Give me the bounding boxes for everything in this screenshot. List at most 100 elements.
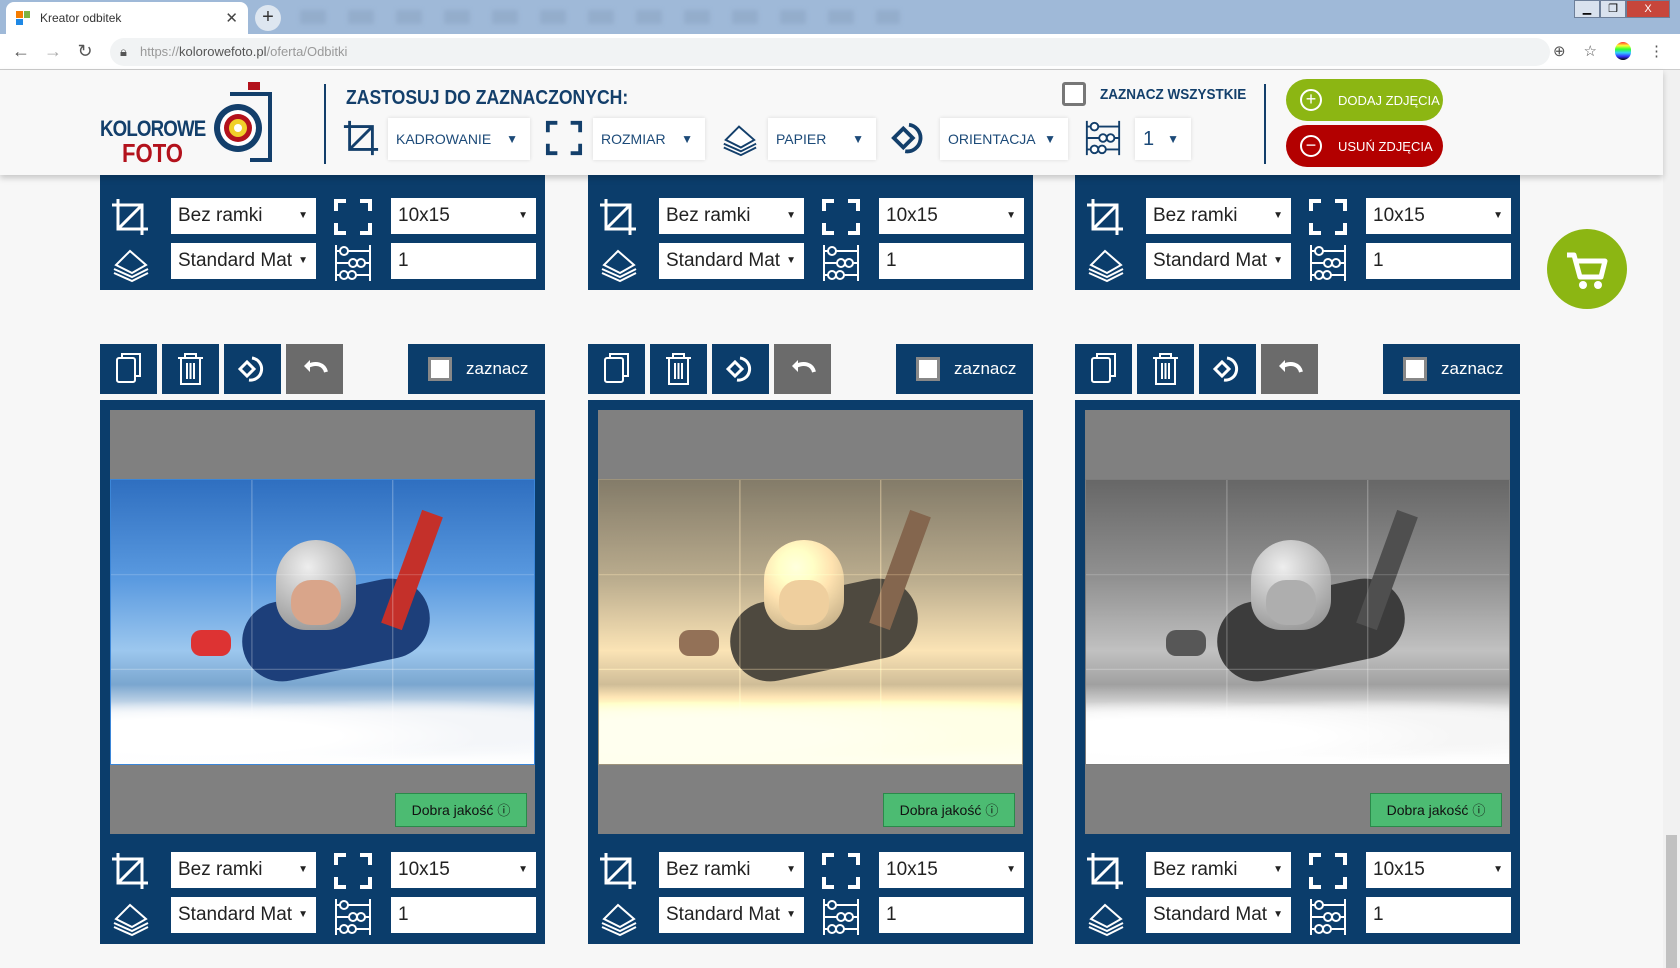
add-photos-button[interactable]: + DODAJ ZDJĘCIA [1286, 79, 1443, 121]
maximize-icon[interactable]: ❐ [1600, 0, 1626, 18]
plus-icon: + [1300, 89, 1322, 111]
duplicate-button[interactable] [588, 344, 645, 394]
paper-select[interactable]: PAPIER [768, 118, 876, 160]
quality-label: Dobra jakość [1386, 802, 1469, 818]
quantity-input[interactable]: 1 [1366, 897, 1511, 933]
quantity-input[interactable]: 1 [879, 897, 1024, 933]
undo-button[interactable] [1261, 344, 1318, 394]
photo-preview[interactable] [598, 479, 1023, 765]
menu-icon[interactable]: ⋮ [1649, 42, 1664, 60]
remove-photos-button[interactable]: − USUŃ ZDJĘCIA [1286, 125, 1443, 167]
size-select[interactable]: 10x15 [1366, 198, 1511, 234]
url-scheme: https:// [140, 44, 180, 59]
select-label: zaznacz [1441, 359, 1504, 378]
rotate-button[interactable] [224, 344, 281, 394]
orientation-icon [891, 122, 923, 154]
photo-preview[interactable] [110, 479, 535, 765]
close-window-icon[interactable]: X [1626, 0, 1670, 18]
undo-button[interactable] [286, 344, 343, 394]
select-photo-checkbox[interactable]: zaznacz [896, 344, 1033, 394]
profile-icon[interactable] [1615, 42, 1631, 60]
size-icon [821, 851, 861, 889]
size-select[interactable]: 10x15 [391, 198, 536, 234]
minimize-icon[interactable]: ▁ [1574, 0, 1600, 18]
quality-label: Dobra jakość [411, 802, 494, 818]
quality-badge[interactable]: Dobra jakość ⓘ [1370, 793, 1502, 827]
size-icon [1308, 851, 1348, 889]
info-icon: ⓘ [497, 803, 511, 818]
tab-title: Kreator odbitek [40, 11, 122, 25]
paper-icon [598, 243, 638, 283]
paper-select[interactable]: Standard Mat [659, 243, 804, 279]
size-select[interactable]: 10x15 [1366, 852, 1511, 888]
reload-icon[interactable]: ↻ [69, 41, 101, 62]
frame-select[interactable]: Bez ramki [659, 852, 804, 888]
paper-icon [723, 125, 757, 157]
duplicate-button[interactable] [100, 344, 157, 394]
paper-select[interactable]: Standard Mat [1146, 243, 1291, 279]
paper-select[interactable]: Standard Mat [1146, 897, 1291, 933]
frame-select[interactable]: Bez ramki [171, 852, 316, 888]
cart-icon [1567, 252, 1608, 289]
zoom-icon[interactable]: ⊕ [1553, 42, 1566, 60]
address-bar-row: ← → ↻ 🔒︎ https://kolorowefoto.pl/oferta/O… [0, 34, 1680, 70]
close-tab-icon[interactable]: ✕ [225, 9, 238, 27]
logo[interactable]: KOLOROWE FOTO [100, 82, 280, 168]
cart-button[interactable] [1547, 229, 1627, 309]
quantity-input[interactable]: 1 [391, 897, 536, 933]
select-photo-checkbox[interactable]: zaznacz [1383, 344, 1520, 394]
crop-icon [343, 120, 379, 156]
orientation-select[interactable]: ORIENTACJA [940, 118, 1068, 160]
minus-icon: − [1300, 135, 1322, 157]
quantity-input[interactable]: 1 [391, 243, 536, 279]
delete-button[interactable] [162, 344, 219, 394]
camera-target-icon [214, 82, 272, 162]
size-select[interactable]: 10x15 [879, 198, 1024, 234]
select-all-checkbox[interactable]: ZAZNACZ WSZYSTKIE [1062, 82, 1263, 106]
size-select[interactable]: 10x15 [391, 852, 536, 888]
browser-tab[interactable]: Kreator odbitek ✕ [6, 2, 248, 34]
checkbox-icon [1062, 82, 1086, 106]
frame-select[interactable]: Bez ramki [1146, 852, 1291, 888]
quantity-input[interactable]: 1 [879, 243, 1024, 279]
frame-select[interactable]: Bez ramki [171, 198, 316, 234]
quantity-input[interactable]: 1 [1135, 118, 1191, 160]
size-icon [1308, 197, 1348, 235]
star-icon[interactable]: ☆ [1584, 42, 1597, 60]
checkbox-icon [1403, 357, 1427, 381]
quality-badge[interactable]: Dobra jakość ⓘ [395, 793, 527, 827]
delete-button[interactable] [650, 344, 707, 394]
paper-select[interactable]: Standard Mat [171, 897, 316, 933]
crop-icon [110, 851, 150, 889]
select-photo-checkbox[interactable]: zaznacz [408, 344, 545, 394]
select-all-label: ZAZNACZ WSZYSTKIE [1100, 85, 1247, 103]
paper-select[interactable]: Standard Mat [659, 897, 804, 933]
size-icon [333, 851, 373, 889]
crop-select[interactable]: KADROWANIE [388, 118, 530, 160]
quantity-icon [333, 897, 373, 935]
size-icon [545, 120, 583, 156]
quantity-input[interactable]: 1 [1366, 243, 1511, 279]
size-select[interactable]: 10x15 [879, 852, 1024, 888]
rotate-button[interactable] [1199, 344, 1256, 394]
photo-preview[interactable] [1085, 479, 1510, 765]
frame-select[interactable]: Bez ramki [659, 198, 804, 234]
size-select[interactable]: ROZMIAR [593, 118, 705, 160]
paper-icon [1085, 243, 1125, 283]
url-input[interactable]: 🔒︎ https://kolorowefoto.pl/oferta/Odbitki [110, 38, 1550, 66]
scrollbar[interactable] [1663, 70, 1680, 968]
paper-select[interactable]: Standard Mat [171, 243, 316, 279]
info-icon: ⓘ [1472, 803, 1486, 818]
quantity-icon [821, 897, 861, 935]
forward-icon[interactable]: → [37, 41, 69, 62]
scrollbar-thumb[interactable] [1666, 835, 1677, 968]
window-controls: ▁ ❐ X [1574, 0, 1670, 18]
undo-button[interactable] [774, 344, 831, 394]
back-icon[interactable]: ← [5, 41, 37, 62]
new-tab-button[interactable]: + [255, 5, 281, 31]
rotate-button[interactable] [712, 344, 769, 394]
duplicate-button[interactable] [1075, 344, 1132, 394]
quality-badge[interactable]: Dobra jakość ⓘ [883, 793, 1015, 827]
frame-select[interactable]: Bez ramki [1146, 198, 1291, 234]
delete-button[interactable] [1137, 344, 1194, 394]
